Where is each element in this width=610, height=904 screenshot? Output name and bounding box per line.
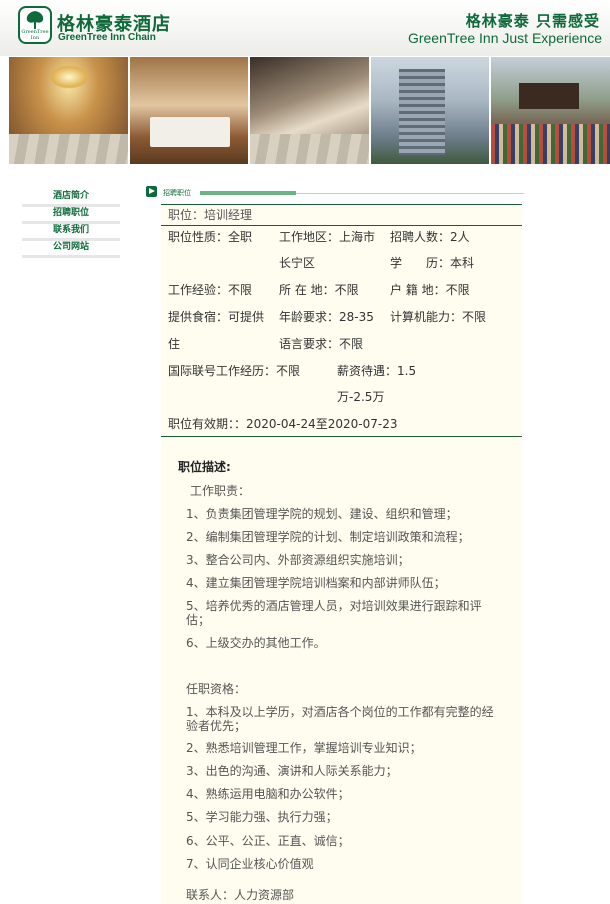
area-value-city: 上海市 bbox=[339, 230, 376, 244]
qualification-item: 3、出色的沟通、演讲和人际关系能力； bbox=[186, 764, 398, 778]
language-value: 不限 bbox=[339, 337, 364, 351]
experience-value: 不限 bbox=[228, 283, 253, 297]
location-label: 所 在 地： bbox=[279, 283, 335, 297]
education-label: 学 历： bbox=[390, 256, 451, 270]
building-shape bbox=[398, 69, 445, 155]
meals-label: 提供食宿： bbox=[168, 310, 229, 324]
hukou-value: 不限 bbox=[445, 283, 470, 297]
qualification-item: 6、公平、公正、正直、诚信； bbox=[186, 834, 350, 848]
qualification-item: 5、学习能力强、执行力强； bbox=[186, 810, 338, 824]
tree-icon bbox=[26, 11, 44, 29]
computer-value: 不限 bbox=[462, 310, 487, 324]
headcount-label: 招聘人数： bbox=[390, 230, 451, 244]
area-value-district: 长宁区 bbox=[279, 256, 316, 270]
section-tab-bar bbox=[200, 191, 296, 195]
chandelier-shape bbox=[49, 65, 89, 89]
logo-emblem-text-inn: Inn bbox=[30, 35, 40, 41]
duties-heading: 工作职责： bbox=[190, 484, 251, 498]
sidebar-item-jobs[interactable]: 招聘职位 bbox=[22, 207, 120, 224]
banner-photos bbox=[9, 57, 610, 164]
duty-item: 2、编制集团管理学院的计划、制定培训政策和流程； bbox=[186, 530, 470, 544]
hotel-restaurant-photo bbox=[250, 57, 369, 164]
nature-label: 职位性质： bbox=[168, 230, 229, 244]
intl-experience-label: 国际联号工作经历： bbox=[168, 364, 277, 378]
computer-label: 计算机能力： bbox=[390, 310, 463, 324]
crowd-shape bbox=[491, 124, 610, 164]
section-tab-label: 招聘职位 bbox=[163, 189, 191, 197]
qualifications-heading: 任职资格： bbox=[186, 682, 247, 696]
title-divider bbox=[161, 225, 522, 226]
meals-value: 可提供 bbox=[228, 310, 265, 324]
language-label: 语言要求： bbox=[279, 337, 340, 351]
experience-label: 工作经验： bbox=[168, 283, 229, 297]
bed-shape bbox=[149, 117, 230, 147]
restaurant-floor-shape bbox=[250, 134, 369, 164]
salary-value: 1.5 bbox=[397, 364, 417, 378]
age-value: 28-35 bbox=[339, 310, 374, 324]
section-divider bbox=[296, 193, 524, 194]
qualification-item: 1、本科及以上学历，对酒店各个岗位的工作都有完整的经验者优先； bbox=[186, 705, 494, 733]
slogan-en: GreenTree Inn Just Experience bbox=[407, 30, 602, 46]
duty-item: 1、负责集团管理学院的规划、建设、组织和管理； bbox=[186, 507, 458, 521]
nature-value: 全职 bbox=[228, 230, 253, 244]
details-divider bbox=[161, 436, 522, 437]
validity-label: 职位有效期：： bbox=[168, 417, 247, 431]
qualification-item: 2、熟悉培训管理工作，掌握培训专业知识； bbox=[186, 741, 422, 755]
duty-item: 3、整合公司内、外部资源组织实施培训； bbox=[186, 553, 410, 567]
sidebar-item-hotel-intro[interactable]: 酒店简介 bbox=[22, 190, 120, 207]
intl-experience-value: 不限 bbox=[276, 364, 301, 378]
staff-group-photo bbox=[491, 57, 610, 164]
qualification-item: 4、熟练运用电脑和办公软件； bbox=[186, 787, 350, 801]
salary-label: 薪资待遇： bbox=[337, 364, 398, 378]
duty-item: 6、上级交办的其他工作。 bbox=[186, 636, 326, 650]
education-value: 本科 bbox=[450, 256, 475, 270]
sidebar-item-contact[interactable]: 联系我们 bbox=[22, 224, 120, 241]
hotel-building-photo bbox=[370, 57, 490, 164]
job-title-label: 职位： bbox=[168, 208, 205, 222]
duty-item: 5、培养优秀的酒店管理人员，对培训效果进行跟踪和评估； bbox=[186, 599, 482, 627]
age-label: 年龄要求： bbox=[279, 310, 340, 324]
sidebar-nav: 酒店简介 招聘职位 联系我们 公司网站 bbox=[22, 190, 120, 258]
hotel-lobby-photo bbox=[9, 57, 128, 164]
site-header: GreenTree Inn 格林豪泰酒店 GreenTree Inn Chain… bbox=[0, 0, 610, 56]
location-value: 不限 bbox=[334, 283, 359, 297]
sidebar-item-company-site[interactable]: 公司网站 bbox=[22, 241, 120, 258]
hukou-label: 户 籍 地： bbox=[390, 283, 446, 297]
area-label: 工作地区： bbox=[279, 230, 340, 244]
qualification-item: 7、认同企业核心价值观 bbox=[186, 857, 314, 871]
job-description-title: 职位描述: bbox=[178, 460, 231, 474]
lobby-floor-shape bbox=[9, 134, 128, 164]
greentree-logo-icon[interactable]: GreenTree Inn bbox=[18, 6, 52, 44]
pavilion-roof-shape bbox=[519, 83, 580, 109]
panel-top-border bbox=[161, 204, 522, 205]
headcount-value: 2人 bbox=[450, 230, 470, 244]
duty-item: 4、建立集团管理学院培训档案和内部讲师队伍； bbox=[186, 576, 446, 590]
arrow-right-icon bbox=[146, 186, 157, 197]
hotel-room-photo bbox=[129, 57, 249, 164]
contact-line: 联系人：人力资源部 bbox=[186, 888, 295, 902]
job-title: 职位：培训经理 bbox=[168, 208, 252, 222]
slogan-cn: 格林豪泰 只需感受 bbox=[465, 12, 600, 30]
job-detail-panel: 职位：培训经理 职位性质：全职 工作地区：上海市 招聘人数：2人 长宁区 学 历… bbox=[161, 204, 522, 904]
validity-value: 2020-04-24至2020-07-23 bbox=[246, 417, 398, 431]
meals-value-cont: 住 bbox=[168, 337, 181, 351]
salary-value-cont: 万-2.5万 bbox=[337, 390, 385, 404]
brand-name-en: GreenTree Inn Chain bbox=[58, 32, 156, 43]
job-title-value: 培训经理 bbox=[204, 208, 253, 222]
